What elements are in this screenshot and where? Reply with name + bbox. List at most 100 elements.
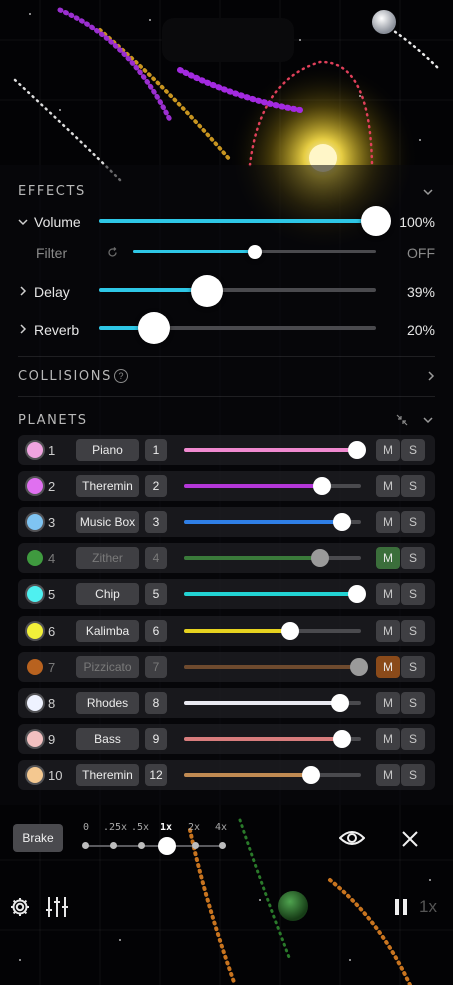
speed-label[interactable]: 2x	[188, 822, 200, 833]
close-icon[interactable]	[401, 830, 419, 853]
speed-slider[interactable]	[82, 842, 226, 849]
volume-collapse-chevron-icon[interactable]	[16, 215, 30, 229]
planet-volume-slider[interactable]	[184, 477, 361, 495]
volume-slider-knob[interactable]	[361, 206, 391, 236]
planet-volume-knob[interactable]	[348, 585, 367, 603]
chevron-right-icon[interactable]	[424, 369, 438, 383]
delay-slider[interactable]	[99, 288, 376, 292]
planet-instrument-button[interactable]: Bass	[76, 728, 139, 750]
planet-color-dot[interactable]	[27, 767, 43, 783]
speed-label[interactable]: 0	[83, 822, 89, 833]
planet-volume-slider[interactable]	[184, 694, 361, 712]
planet-color-dot[interactable]	[27, 478, 43, 494]
planet-color-dot[interactable]	[27, 550, 43, 566]
planet-channel-button[interactable]: 2	[145, 475, 167, 497]
planet-instrument-button[interactable]: Zither	[76, 547, 139, 569]
planet-color-dot[interactable]	[27, 442, 43, 458]
filter-slider-knob[interactable]	[247, 245, 262, 259]
planet-volume-slider[interactable]	[184, 622, 361, 640]
planet-volume-knob[interactable]	[281, 622, 300, 640]
reset-icon[interactable]	[106, 246, 119, 264]
solo-button[interactable]: S	[401, 728, 425, 750]
delay-slider-knob[interactable]	[191, 275, 224, 307]
volume-slider[interactable]	[99, 219, 376, 223]
planet-volume-slider[interactable]	[184, 766, 361, 784]
planet-volume-slider[interactable]	[184, 730, 361, 748]
planet-channel-button[interactable]: 12	[145, 764, 167, 786]
collisions-section-title[interactable]: COLLISIONS	[18, 369, 112, 384]
planet-volume-slider[interactable]	[184, 658, 369, 676]
solo-button[interactable]: S	[401, 583, 425, 605]
planet-channel-button[interactable]: 1	[145, 439, 167, 461]
solo-button[interactable]: S	[401, 475, 425, 497]
solo-button[interactable]: S	[401, 547, 425, 569]
mute-button[interactable]: M	[376, 692, 400, 714]
mute-button[interactable]: M	[376, 511, 400, 533]
planet-volume-slider[interactable]	[184, 513, 361, 531]
collapse-arrows-icon[interactable]	[396, 413, 408, 431]
solo-button[interactable]: S	[401, 439, 425, 461]
speed-label-selected[interactable]: 1x	[160, 822, 172, 833]
planet-volume-knob[interactable]	[330, 694, 349, 712]
planet-instrument-button[interactable]: Kalimba	[76, 620, 139, 642]
planet-color-dot[interactable]	[27, 659, 43, 675]
planet-instrument-button[interactable]: Rhodes	[76, 692, 139, 714]
planet-instrument-button[interactable]: Piano	[76, 439, 139, 461]
solo-button[interactable]: S	[401, 656, 425, 678]
mute-button[interactable]: M	[376, 620, 400, 642]
planet-color-dot[interactable]	[27, 514, 43, 530]
chevron-down-icon[interactable]	[421, 413, 435, 427]
planet-channel-button[interactable]: 4	[145, 547, 167, 569]
speed-slider-knob[interactable]	[158, 837, 176, 855]
planet-volume-knob[interactable]	[332, 730, 351, 748]
mute-button[interactable]: M	[376, 583, 400, 605]
gear-icon[interactable]	[9, 896, 31, 923]
planet-volume-knob[interactable]	[311, 549, 330, 567]
planet-volume-knob[interactable]	[348, 441, 367, 459]
planet-volume-knob[interactable]	[332, 513, 351, 531]
help-icon[interactable]: ?	[114, 369, 128, 383]
planet-channel-button[interactable]: 8	[145, 692, 167, 714]
planet-color-dot[interactable]	[27, 623, 43, 639]
planet-volume-slider[interactable]	[184, 585, 367, 603]
planet-instrument-button[interactable]: Theremin	[76, 764, 139, 786]
planet-volume-slider[interactable]	[184, 549, 361, 567]
planet-instrument-button[interactable]: Pizzicato	[76, 656, 139, 678]
chevron-down-icon[interactable]	[421, 185, 435, 199]
eye-icon[interactable]	[338, 828, 366, 853]
brake-button[interactable]: Brake	[13, 824, 63, 852]
planet-volume-knob[interactable]	[350, 658, 369, 676]
planet-volume-knob[interactable]	[313, 477, 332, 495]
mute-button[interactable]: M	[376, 656, 400, 678]
planet-color-dot[interactable]	[27, 586, 43, 602]
planet-instrument-button[interactable]: Music Box	[76, 511, 139, 533]
mute-button[interactable]: M	[376, 439, 400, 461]
mixer-sliders-icon[interactable]	[45, 895, 69, 924]
mute-button[interactable]: M	[376, 728, 400, 750]
reverb-expand-chevron-icon[interactable]	[16, 322, 30, 336]
planet-color-dot[interactable]	[27, 731, 43, 747]
planet-color-dot[interactable]	[27, 695, 43, 711]
mute-button[interactable]: M	[376, 764, 400, 786]
planet-instrument-button[interactable]: Chip	[76, 583, 139, 605]
delay-expand-chevron-icon[interactable]	[16, 284, 30, 298]
planet-volume-slider[interactable]	[184, 441, 367, 459]
planet-channel-button[interactable]: 3	[145, 511, 167, 533]
planet-volume-knob[interactable]	[302, 766, 321, 784]
planet-channel-button[interactable]: 7	[145, 656, 167, 678]
mute-button[interactable]: M	[376, 475, 400, 497]
planet-row: 4 Zither 4 M S	[18, 543, 435, 573]
speed-label[interactable]: .25x	[103, 822, 127, 833]
planet-channel-button[interactable]: 6	[145, 620, 167, 642]
solo-button[interactable]: S	[401, 511, 425, 533]
speed-label[interactable]: .5x	[131, 822, 149, 833]
planet-instrument-button[interactable]: Theremin	[76, 475, 139, 497]
solo-button[interactable]: S	[401, 692, 425, 714]
speed-label[interactable]: 4x	[215, 822, 227, 833]
planet-channel-button[interactable]: 9	[145, 728, 167, 750]
planet-channel-button[interactable]: 5	[145, 583, 167, 605]
solo-button[interactable]: S	[401, 764, 425, 786]
mute-button[interactable]: M	[376, 547, 400, 569]
solo-button[interactable]: S	[401, 620, 425, 642]
pause-icon[interactable]	[394, 898, 408, 921]
